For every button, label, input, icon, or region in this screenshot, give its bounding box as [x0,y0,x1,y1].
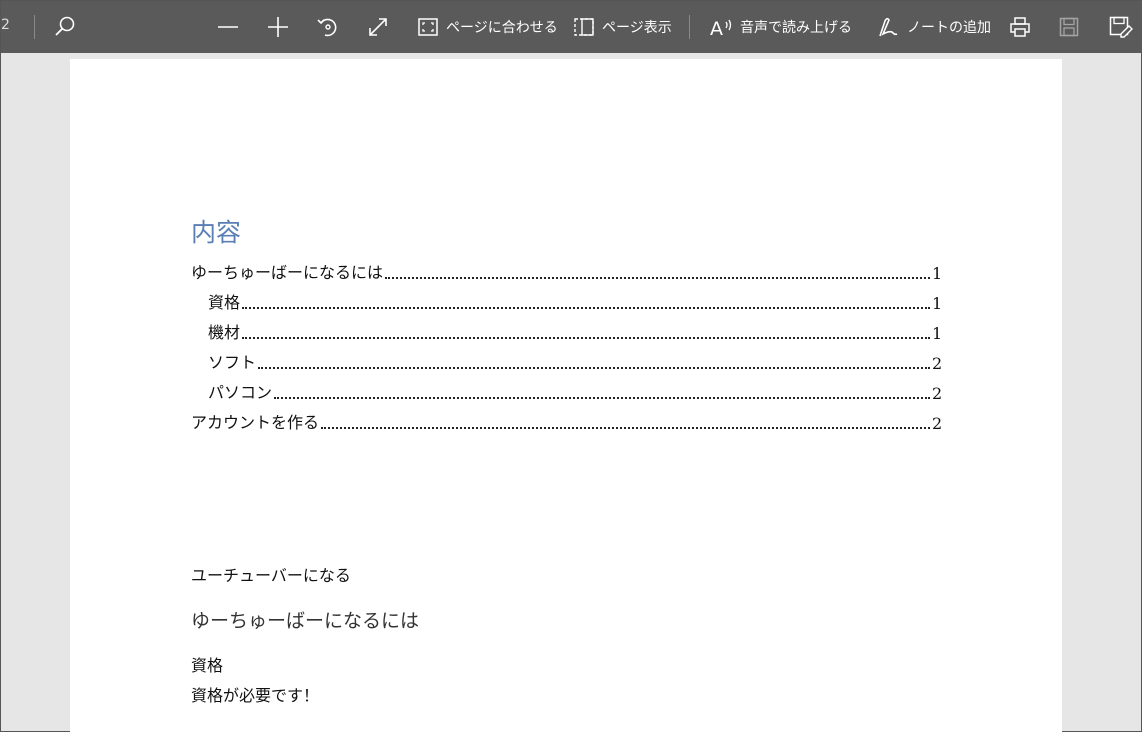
page-view-icon [574,18,594,36]
document-page: 内容 ゆーちゅーばーになるには 1 資格 1 機材 1 ソフト 2 パソコン 2… [70,59,1062,732]
zoom-out-button[interactable] [217,1,239,53]
toc-page-number: 1 [932,294,943,313]
toc-entry-text: 資格 [208,293,241,312]
toolbar-divider [689,15,690,39]
toc-page-number: 2 [932,354,943,373]
svg-text:A: A [710,18,723,38]
pdf-toolbar: 2 ページに合わせる ページ表示 A 音声で読み上げる ノートの追加 [1,1,1142,53]
heading-1: ゆーちゅーばーになるには [191,610,420,632]
toc-entry[interactable]: 資格 1 [208,291,942,313]
pen-icon [879,17,898,37]
toc-entry-text: 機材 [208,323,241,342]
minus-icon [218,26,238,28]
plus-icon [268,17,288,37]
toc-page-number: 1 [932,264,943,283]
toc-heading: 内容 [191,218,242,247]
fit-page-label: ページに合わせる [446,20,558,36]
toc-page-number: 2 [932,384,943,403]
rotate-button[interactable] [316,1,340,53]
save-button[interactable] [1059,1,1079,53]
read-aloud-label: 音声で読み上げる [740,20,852,36]
body-paragraph: 資格が必要です！ [191,686,320,705]
add-notes-label: ノートの追加 [907,20,991,36]
toolbar-divider [34,15,35,39]
heading-2: 資格 [191,656,224,675]
toc-page-number: 1 [932,324,943,343]
toc-leader [242,307,930,309]
read-aloud-button[interactable]: A 音声で読み上げる [710,1,852,53]
expand-icon [369,18,387,36]
toc-leader [274,397,930,399]
toc-page-number: 2 [932,414,943,433]
toc-leader [385,277,930,279]
fullscreen-button[interactable] [367,1,389,53]
toc-entry-text: ゆーちゅーばーになるには [191,263,384,282]
toc-entry-text: パソコン [208,383,273,402]
toc-entry[interactable]: パソコン 2 [208,381,942,403]
add-notes-button[interactable]: ノートの追加 [877,1,991,53]
toc-leader [242,337,930,339]
page-view-button[interactable]: ページ表示 [574,1,672,53]
toc-entry[interactable]: アカウントを作る 2 [191,411,942,433]
toc-entry[interactable]: ソフト 2 [208,351,942,373]
fit-page-icon [418,18,438,36]
search-icon [55,16,75,36]
save-as-button[interactable] [1109,1,1133,53]
rotate-icon [317,18,337,37]
page-indicator: 2 [1,17,10,33]
document-title: ユーチューバーになる [191,566,351,585]
toc-entry-text: ソフト [208,353,257,372]
search-button[interactable] [53,1,77,53]
save-icon [1059,17,1079,37]
toc-leader [321,427,930,429]
save-as-icon [1109,16,1133,38]
toc-leader [258,367,930,369]
zoom-in-button[interactable] [267,1,289,53]
print-button[interactable] [1009,1,1031,53]
toc-entry-text: アカウントを作る [191,413,320,432]
page-view-label: ページ表示 [602,20,672,36]
toc-entry[interactable]: 機材 1 [208,321,942,343]
toc-entry[interactable]: ゆーちゅーばーになるには 1 [191,261,942,283]
fit-page-button[interactable]: ページに合わせる [418,1,558,53]
printer-icon [1010,17,1030,37]
read-aloud-icon: A [710,18,732,38]
